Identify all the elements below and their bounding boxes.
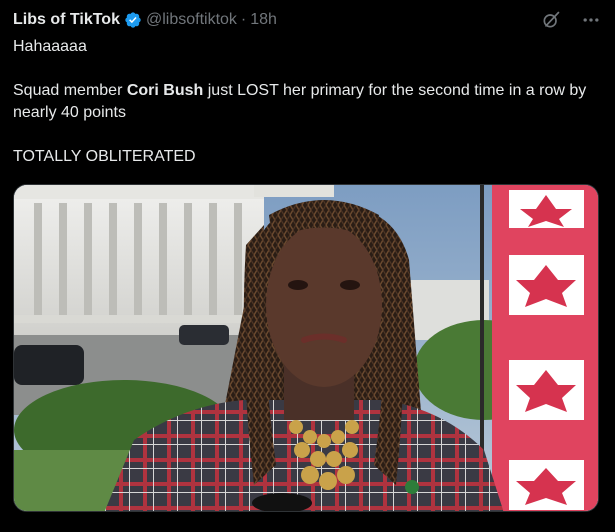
tweet-line-2-pre: Squad member [13, 82, 127, 99]
grok-icon[interactable] [540, 9, 562, 31]
header-actions [540, 9, 602, 31]
tweet[interactable]: Libs of TikTok @libsoftiktok · 18h Hahaa… [0, 0, 615, 532]
tweet-timestamp[interactable]: 18h [250, 11, 277, 29]
author-handle[interactable]: @libsoftiktok [146, 11, 237, 29]
tweet-photo[interactable] [13, 184, 599, 512]
tweet-mention-name: Cori Bush [126, 82, 204, 99]
tweet-line-1: Hahaaaaa [13, 38, 87, 55]
reply-icon[interactable] [13, 522, 31, 532]
views-icon[interactable] [441, 522, 459, 532]
verified-badge-icon[interactable] [124, 11, 142, 29]
separator-dot: · [240, 11, 247, 28]
author-name[interactable]: Libs of TikTok [13, 11, 120, 29]
retweet-icon[interactable] [156, 522, 174, 532]
like-icon[interactable] [299, 522, 317, 532]
more-icon[interactable] [580, 9, 602, 31]
tweet-actions [13, 522, 602, 532]
tweet-header: Libs of TikTok @libsoftiktok · 18h [13, 9, 602, 31]
tweet-line-2: Squad member Cori Bush just LOST her pri… [13, 80, 593, 124]
share-icon[interactable] [584, 522, 602, 532]
tweet-line-3: TOTALLY OBLITERATED [13, 148, 196, 165]
tweet-text: Hahaaaaa Squad member Cori Bush just LOS… [13, 36, 593, 168]
